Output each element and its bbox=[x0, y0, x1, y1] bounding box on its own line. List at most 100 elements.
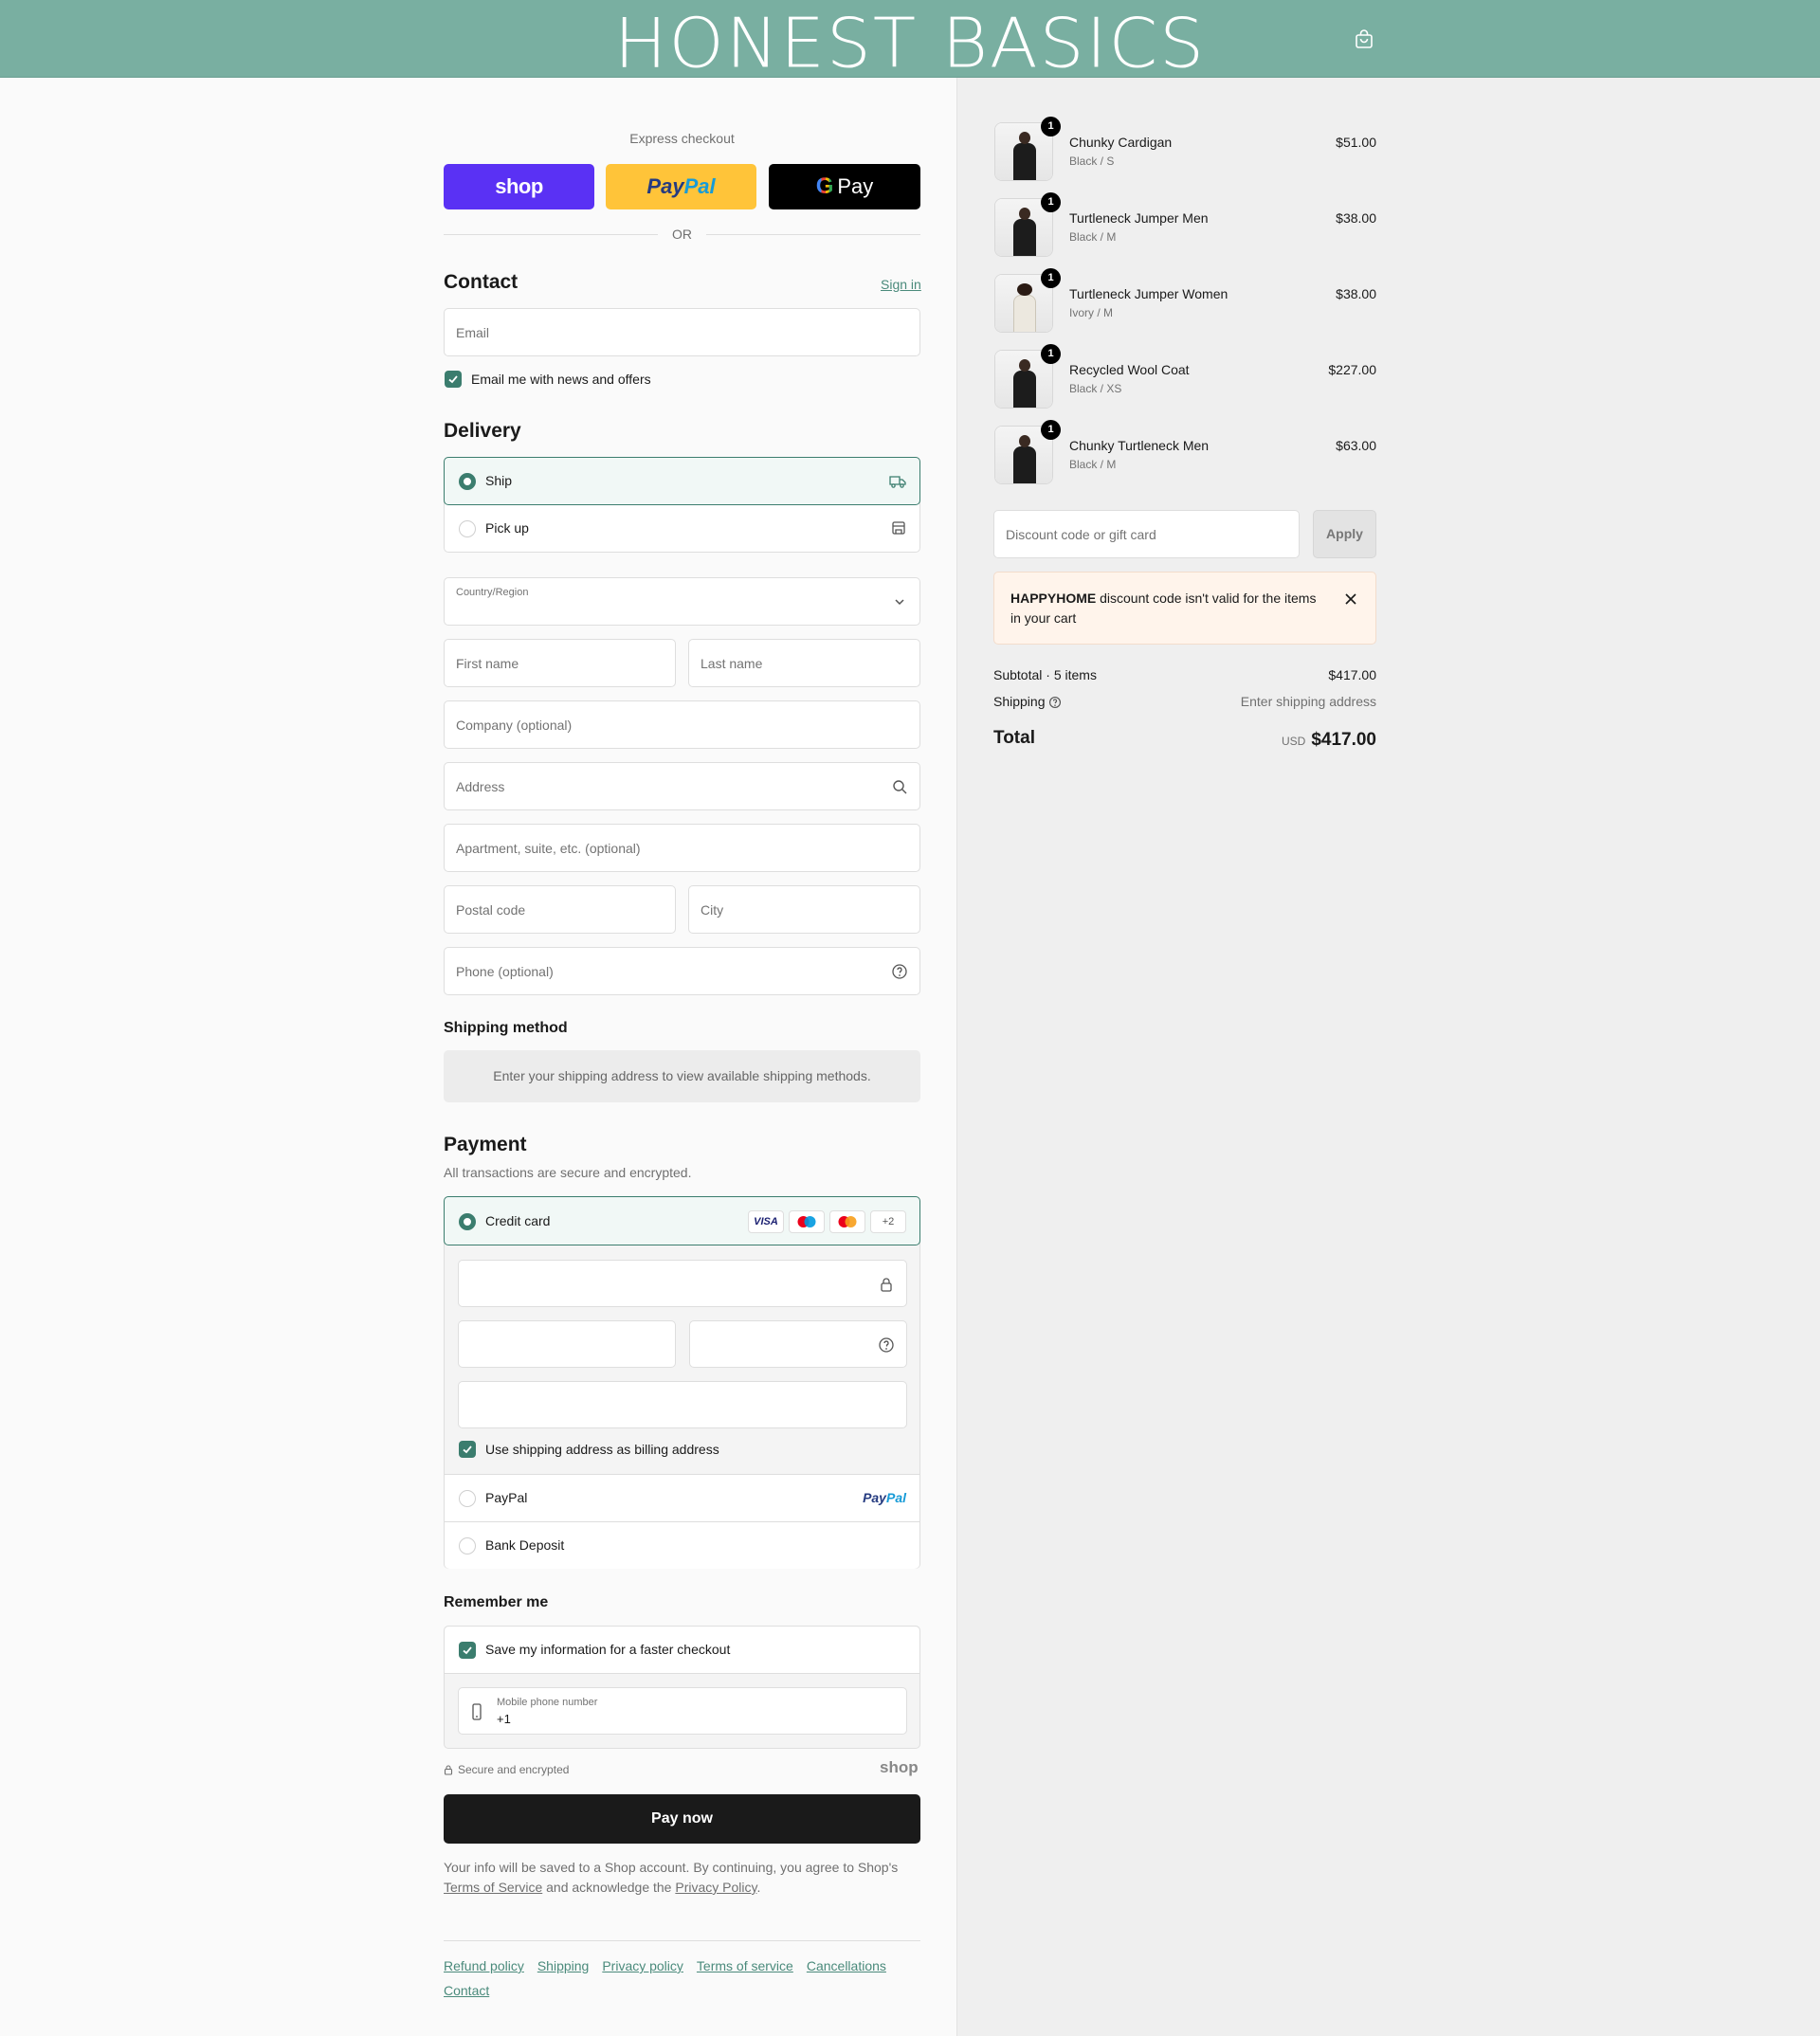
credit-card-label: Credit card bbox=[485, 1213, 551, 1228]
secure-encrypted-text: Secure and encrypted bbox=[458, 1763, 570, 1776]
company-field[interactable]: Company (optional) bbox=[444, 700, 920, 749]
check-icon bbox=[463, 1445, 472, 1454]
security-code-field[interactable] bbox=[689, 1320, 907, 1368]
save-info-row[interactable]: Save my information for a faster checkou… bbox=[445, 1627, 919, 1674]
legal-text: Your info will be saved to a Shop accoun… bbox=[444, 1858, 920, 1898]
discount-placeholder: Discount code or gift card bbox=[1006, 526, 1156, 542]
billing-checkbox[interactable] bbox=[459, 1441, 476, 1458]
discount-code-field[interactable]: Discount code or gift card bbox=[993, 510, 1300, 558]
sign-in-link[interactable]: Sign in bbox=[881, 277, 921, 292]
shop-pay-button[interactable]: shop bbox=[444, 164, 594, 209]
payment-title: Payment bbox=[444, 1134, 527, 1155]
help-circle-icon[interactable] bbox=[878, 1336, 895, 1354]
express-checkout-label: Express checkout bbox=[629, 131, 735, 146]
quantity-badge: 1 bbox=[1041, 344, 1061, 364]
card-number-field[interactable] bbox=[458, 1260, 907, 1307]
quantity-badge: 1 bbox=[1041, 420, 1061, 440]
ship-label: Ship bbox=[485, 473, 513, 488]
footer-links: Refund policy Shipping Privacy policy Terms… bbox=[444, 1954, 920, 2003]
first-name-field[interactable]: First name bbox=[444, 639, 676, 687]
terms-of-service-link[interactable]: Terms of Service bbox=[444, 1880, 542, 1895]
paypal-logo-pay: Pay bbox=[646, 174, 684, 198]
payment-option-bank-deposit[interactable]: Bank Deposit bbox=[445, 1521, 919, 1569]
terms-of-service-footer-link[interactable]: Terms of service bbox=[697, 1958, 793, 1973]
privacy-policy-link[interactable]: Privacy Policy bbox=[675, 1880, 756, 1895]
maestro-icon bbox=[789, 1210, 825, 1233]
city-field[interactable]: City bbox=[688, 885, 920, 934]
help-circle-icon[interactable] bbox=[891, 963, 908, 980]
help-circle-icon[interactable] bbox=[1048, 696, 1062, 709]
phone-field[interactable]: Phone (optional) bbox=[444, 947, 920, 995]
mobile-phone-field[interactable]: Mobile phone number +1 bbox=[458, 1687, 907, 1735]
item-price: $51.00 bbox=[1336, 135, 1376, 150]
footer-divider bbox=[444, 1940, 920, 1941]
more-cards-badge: +2 bbox=[870, 1210, 906, 1233]
address-placeholder: Address bbox=[456, 778, 505, 794]
google-pay-button[interactable]: G Pay bbox=[769, 164, 920, 209]
payment-option-credit-card[interactable]: Credit card VISA +2 bbox=[444, 1196, 920, 1245]
address-field[interactable]: Address bbox=[444, 762, 920, 810]
postal-code-field[interactable]: Postal code bbox=[444, 885, 676, 934]
total-row: Total USD $417.00 bbox=[993, 728, 1376, 753]
cancellations-link[interactable]: Cancellations bbox=[807, 1958, 886, 1973]
shopping-bag-icon[interactable] bbox=[1354, 28, 1374, 49]
credit-card-radio[interactable] bbox=[459, 1213, 476, 1230]
refund-policy-link[interactable]: Refund policy bbox=[444, 1958, 524, 1973]
quantity-badge: 1 bbox=[1041, 268, 1061, 288]
delivery-option-ship[interactable]: Ship bbox=[444, 457, 920, 505]
payment-subtitle: All transactions are secure and encrypte… bbox=[444, 1165, 692, 1180]
delivery-option-pickup[interactable]: Pick up bbox=[445, 505, 919, 553]
quantity-badge: 1 bbox=[1041, 192, 1061, 212]
check-icon bbox=[463, 1646, 472, 1655]
pickup-label: Pick up bbox=[485, 520, 529, 536]
currency-code: USD bbox=[1281, 735, 1306, 748]
paypal-button[interactable]: Pay Pal bbox=[606, 164, 756, 209]
contact-link[interactable]: Contact bbox=[444, 1983, 489, 1998]
brand-logo[interactable]: HONEST BASICS bbox=[0, 5, 1820, 82]
total-value: $417.00 bbox=[1311, 730, 1376, 750]
save-info-label: Save my information for a faster checkou… bbox=[485, 1642, 731, 1657]
save-info-checkbox[interactable] bbox=[459, 1642, 476, 1659]
expiry-field[interactable] bbox=[458, 1320, 676, 1368]
payment-option-paypal[interactable]: PayPal PayPal bbox=[445, 1474, 919, 1521]
shipping-policy-link[interactable]: Shipping bbox=[537, 1958, 590, 1973]
payment-methods: Credit card VISA +2 Use shipping address… bbox=[444, 1196, 920, 1569]
bank-deposit-radio[interactable] bbox=[459, 1537, 476, 1554]
subtotal-label: Subtotal · 5 items bbox=[993, 667, 1097, 682]
chevron-down-icon bbox=[895, 599, 904, 606]
item-name: Chunky Cardigan bbox=[1069, 135, 1173, 150]
subtotal-row: Subtotal · 5 items $417.00 bbox=[993, 667, 1376, 682]
close-icon[interactable] bbox=[1343, 591, 1358, 607]
item-name: Turtleneck Jumper Women bbox=[1069, 286, 1228, 301]
privacy-policy-footer-link[interactable]: Privacy policy bbox=[602, 1958, 683, 1973]
google-g-icon: G bbox=[815, 173, 834, 199]
store-icon bbox=[892, 521, 905, 535]
apartment-field[interactable]: Apartment, suite, etc. (optional) bbox=[444, 824, 920, 872]
discount-error-message: HAPPYHOME discount code isn't valid for … bbox=[1010, 589, 1323, 628]
legal-and: and acknowledge the bbox=[542, 1880, 676, 1895]
item-variant: Black / M bbox=[1069, 458, 1117, 471]
discount-code-name: HAPPYHOME bbox=[1010, 591, 1097, 606]
shipping-label: Shipping bbox=[993, 694, 1046, 709]
paypal-label: PayPal bbox=[485, 1490, 528, 1505]
pickup-radio[interactable] bbox=[459, 520, 476, 537]
email-field[interactable]: Email bbox=[444, 308, 920, 356]
apply-discount-button[interactable]: Apply bbox=[1313, 510, 1376, 558]
last-name-field[interactable]: Last name bbox=[688, 639, 920, 687]
item-variant: Ivory / M bbox=[1069, 306, 1114, 319]
ship-radio[interactable] bbox=[459, 473, 476, 490]
pay-now-button[interactable]: Pay now bbox=[444, 1794, 920, 1844]
lock-icon bbox=[444, 1765, 453, 1775]
news-label: Email me with news and offers bbox=[471, 372, 651, 387]
item-variant: Black / XS bbox=[1069, 382, 1122, 395]
visa-icon: VISA bbox=[748, 1210, 784, 1233]
name-on-card-field[interactable] bbox=[458, 1381, 907, 1428]
country-label: Country/Region bbox=[456, 587, 529, 598]
country-select[interactable]: Country/Region bbox=[444, 577, 920, 626]
or-divider: OR bbox=[444, 227, 920, 242]
item-price: $38.00 bbox=[1336, 210, 1376, 226]
shipping-method-title: Shipping method bbox=[444, 1020, 568, 1036]
paypal-radio[interactable] bbox=[459, 1490, 476, 1507]
news-checkbox[interactable] bbox=[445, 371, 462, 388]
subtotal-value: $417.00 bbox=[1328, 667, 1376, 682]
